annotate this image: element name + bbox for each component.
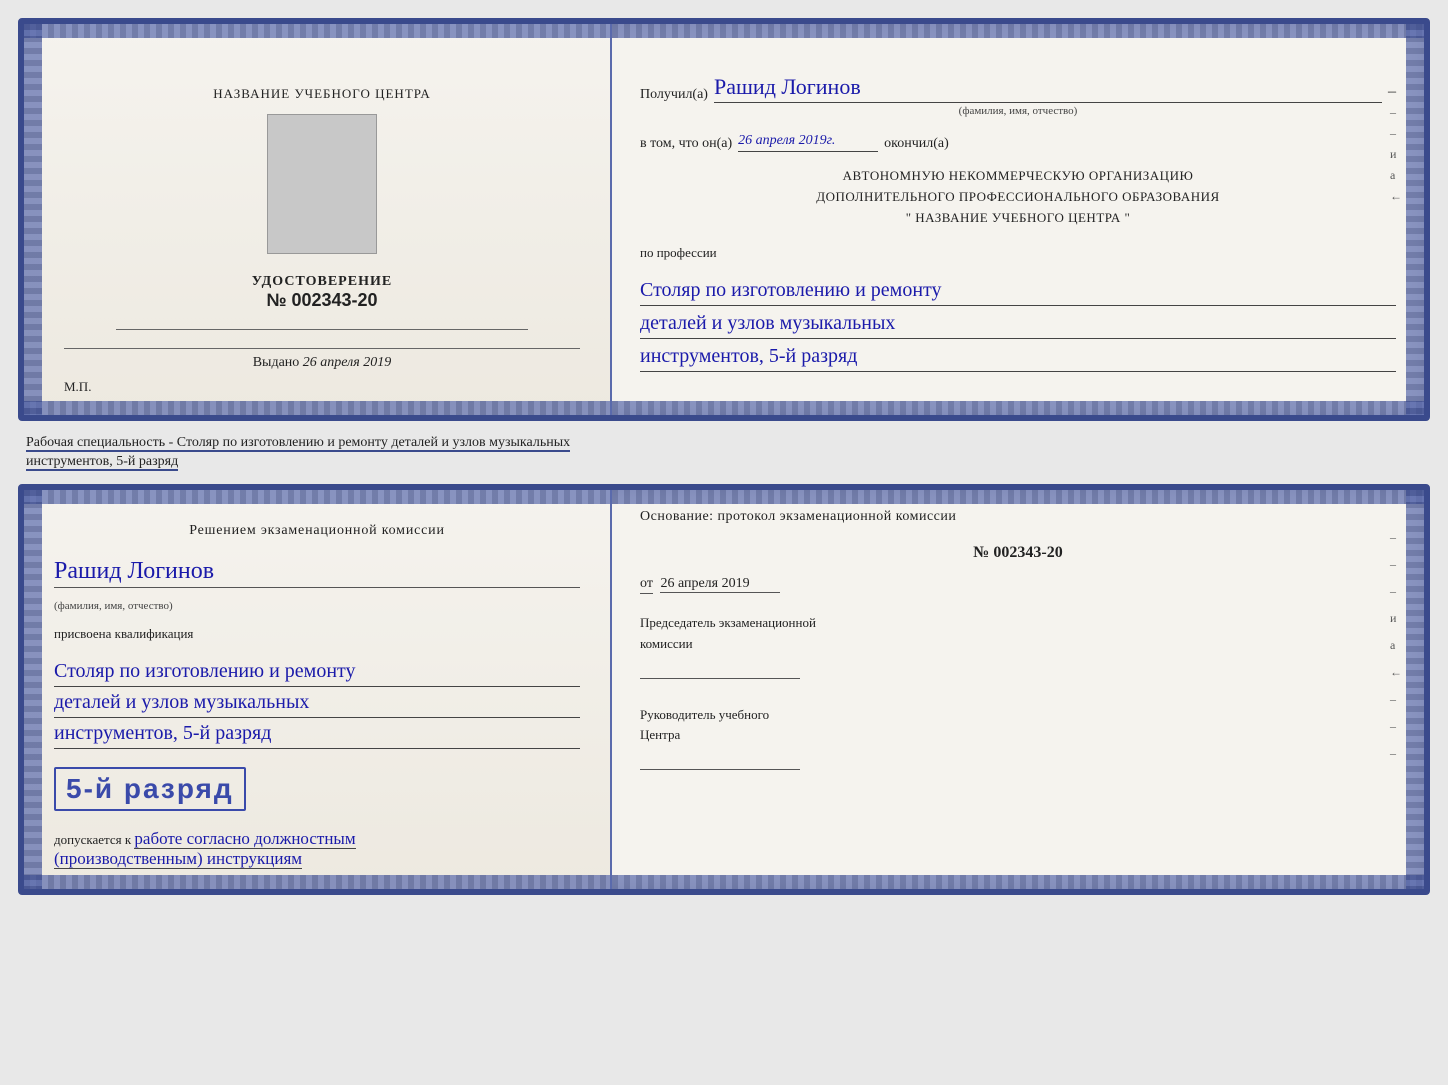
top-card-right: Получил(а) Рашид Логинов – (фамилия, имя… bbox=[612, 24, 1424, 415]
poluchil-block: Получил(а) Рашид Логинов – (фамилия, имя… bbox=[640, 58, 1396, 117]
fio-hint-top: (фамилия, имя, отчество) bbox=[640, 105, 1396, 117]
org-line1: АВТОНОМНУЮ НЕКОММЕРЧЕСКУЮ ОРГАНИЗАЦИЮ bbox=[640, 166, 1396, 187]
profession-line1-top: Столяр по изготовлению и ремонту bbox=[640, 275, 1396, 306]
protocol-number-value: 002343-20 bbox=[993, 544, 1062, 561]
ot-date: 26 апреля 2019 bbox=[660, 576, 780, 593]
okonchil-label: окончил(а) bbox=[884, 136, 949, 152]
vtom-date: 26 апреля 2019г. bbox=[738, 133, 878, 152]
bottom-card-left: Решением экзаменационной комиссии Рашид … bbox=[24, 490, 612, 889]
spine-left-bottom bbox=[24, 490, 42, 889]
po-professii-label: по профессии bbox=[640, 245, 1396, 261]
between-text-underlined: инструментов, 5-й разряд bbox=[26, 454, 178, 471]
dopuskaetsya-line: допускается к работе согласно должностны… bbox=[54, 829, 356, 869]
ot-label: от bbox=[640, 576, 653, 594]
vydano-line: Выдано 26 апреля 2019 bbox=[64, 348, 580, 371]
qual-lines-bottom: Столяр по изготовлению и ремонту деталей… bbox=[54, 656, 580, 749]
poluchil-line: Получил(а) Рашид Логинов – bbox=[640, 74, 1396, 103]
razryad-big-text: 5-й разряд bbox=[66, 773, 234, 804]
photo-placeholder bbox=[267, 114, 377, 254]
between-text-normal: Рабочая специальность - Столяр по изгото… bbox=[26, 435, 570, 452]
chairman-signature-line bbox=[640, 659, 800, 679]
right-side-marks-bottom: – – – и а ← – – – bbox=[1390, 530, 1402, 761]
profession-lines-top: Столяр по изготовлению и ремонту деталей… bbox=[640, 273, 1396, 372]
fio-hint-bottom: (фамилия, имя, отчество) bbox=[54, 600, 173, 612]
bottom-name-block: Рашид Логинов bbox=[54, 558, 580, 588]
protocol-number-prefix: № bbox=[973, 544, 989, 561]
dopusk-value: работе согласно должностным bbox=[134, 829, 355, 849]
vydano-label: Выдано bbox=[253, 355, 300, 370]
osnovaniye-text: Основание: протокол экзаменационной коми… bbox=[640, 506, 1396, 528]
top-card-left: НАЗВАНИЕ УЧЕБНОГО ЦЕНТРА УДОСТОВЕРЕНИЕ №… bbox=[24, 24, 612, 415]
chairman-label2: комиссии bbox=[640, 634, 1396, 655]
spine-left bbox=[24, 24, 42, 415]
ot-line: от 26 апреля 2019 bbox=[640, 576, 1396, 593]
page-wrapper: НАЗВАНИЕ УЧЕБНОГО ЦЕНТРА УДОСТОВЕРЕНИЕ №… bbox=[10, 10, 1438, 903]
number-prefix: № bbox=[266, 290, 286, 310]
rukovoditel-label1: Руководитель учебного bbox=[640, 705, 1396, 726]
udostoverenie-label: УДОСТОВЕРЕНИЕ bbox=[252, 274, 392, 290]
dopusk-label: допускается к bbox=[54, 832, 131, 847]
udostoverenie-number: № 002343-20 bbox=[252, 290, 392, 311]
rukovoditel-block: Руководитель учебного Центра bbox=[640, 705, 1396, 771]
org-line2: ДОПОЛНИТЕЛЬНОГО ПРОФЕССИОНАЛЬНОГО ОБРАЗО… bbox=[640, 187, 1396, 208]
chairman-block: Председатель экзаменационной комиссии bbox=[640, 613, 1396, 679]
qual-line2: деталей и узлов музыкальных bbox=[54, 687, 580, 718]
chairman-label1: Председатель экзаменационной bbox=[640, 613, 1396, 634]
dopusk-value2: (производственным) инструкциям bbox=[54, 849, 302, 869]
razryad-box: 5-й разряд bbox=[54, 767, 246, 811]
udostoverenie-number-value: 002343-20 bbox=[291, 290, 377, 310]
resheniem-label: Решением экзаменационной комиссии bbox=[54, 520, 580, 542]
rukovoditel-signature-line bbox=[640, 750, 800, 770]
profession-line3-top: инструментов, 5-й разряд bbox=[640, 341, 1396, 372]
vtom-line: в том, что он(а) 26 апреля 2019г. окончи… bbox=[640, 133, 1396, 152]
between-label: Рабочая специальность - Столяр по изгото… bbox=[18, 429, 1430, 476]
bottom-card-right: Основание: протокол экзаменационной коми… bbox=[612, 490, 1424, 889]
vtom-label: в том, что он(а) bbox=[640, 136, 732, 152]
bottom-recipient-name: Рашид Логинов bbox=[54, 558, 214, 584]
protocol-number-block: № 002343-20 bbox=[640, 544, 1396, 562]
udostoverenie-block: УДОСТОВЕРЕНИЕ № 002343-20 bbox=[252, 274, 392, 311]
prisvoena-label: присвоена квалификация bbox=[54, 626, 193, 642]
recipient-name: Рашид Логинов bbox=[714, 74, 1382, 103]
rukovoditel-label2: Центра bbox=[640, 725, 1396, 746]
mp-label: М.П. bbox=[64, 379, 91, 395]
poluchil-label: Получил(а) bbox=[640, 87, 708, 103]
org-name: " НАЗВАНИЕ УЧЕБНОГО ЦЕНТРА " bbox=[640, 208, 1396, 229]
right-side-marks-top: – – – и а ← bbox=[1390, 84, 1402, 204]
profession-line2-top: деталей и узлов музыкальных bbox=[640, 308, 1396, 339]
top-document-card: НАЗВАНИЕ УЧЕБНОГО ЦЕНТРА УДОСТОВЕРЕНИЕ №… bbox=[18, 18, 1430, 421]
qual-line1: Столяр по изготовлению и ремонту bbox=[54, 656, 580, 687]
training-center-title: НАЗВАНИЕ УЧЕБНОГО ЦЕНТРА bbox=[213, 84, 430, 104]
org-block: АВТОНОМНУЮ НЕКОММЕРЧЕСКУЮ ОРГАНИЗАЦИЮ ДО… bbox=[640, 166, 1396, 228]
bottom-document-card: Решением экзаменационной комиссии Рашид … bbox=[18, 484, 1430, 895]
vydano-date: 26 апреля 2019 bbox=[303, 355, 391, 370]
qual-line3: инструментов, 5-й разряд bbox=[54, 718, 580, 749]
